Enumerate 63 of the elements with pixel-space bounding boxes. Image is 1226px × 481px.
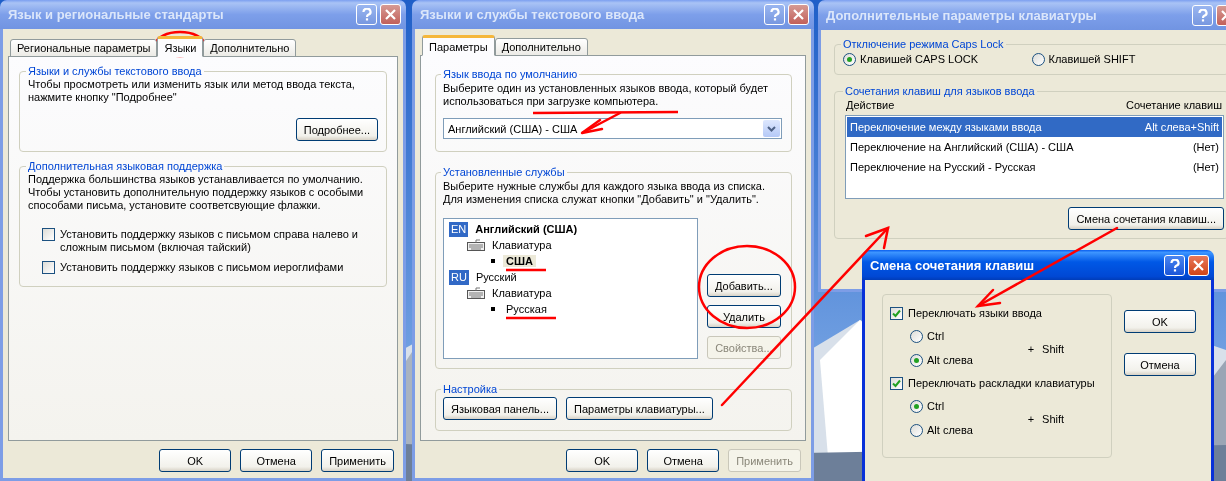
description-text: Поддержка большинства языков устанавливается по умолчанию. Чтобы установить дополнительную поддержку языков с особыми способами письма, установите соответсвующие флажки. bbox=[28, 173, 365, 212]
radio-label[interactable]: Ctrl bbox=[927, 330, 945, 343]
tree-item[interactable]: Русский bbox=[472, 271, 520, 283]
checkbox-label[interactable]: Установить поддержку языков с письмом иероглифами bbox=[60, 261, 344, 274]
description-text: Чтобы просмотреть или изменить язык или метод ввода текста, нажмите кнопку "Подробнее" bbox=[28, 78, 356, 104]
group-title: Дополнительная языковая поддержка bbox=[27, 160, 224, 172]
list-row[interactable]: Переключение на Русский - Русская (Нет) bbox=[847, 157, 1222, 177]
window-title: Язык и региональные стандарты bbox=[8, 7, 225, 22]
tree-item[interactable]: Клавиатура bbox=[489, 239, 555, 251]
radio-label[interactable]: Alt слева bbox=[927, 424, 973, 437]
shortcut-suffix: + Shift bbox=[1027, 342, 1066, 355]
group-title: Установленные службы bbox=[442, 166, 566, 178]
combo-box[interactable]: Английский (США) - США bbox=[443, 118, 782, 139]
tab[interactable]: Дополнительно bbox=[203, 39, 297, 57]
tree-item[interactable]: Клавиатура bbox=[489, 287, 555, 299]
radio-label[interactable]: Alt слева bbox=[927, 354, 973, 367]
checkbox-label[interactable]: Переключать раскладки клавиатуры bbox=[908, 377, 1095, 390]
checkbox-label[interactable]: Переключать языки ввода bbox=[908, 307, 1042, 320]
window-title: Смена сочетания клавиш bbox=[870, 257, 1035, 273]
tree-item[interactable]: Русская bbox=[503, 303, 550, 315]
window-title: Языки и службы текстового ввода bbox=[420, 7, 646, 22]
list-cell: Переключение между языками ввода bbox=[850, 121, 1042, 133]
push-button[interactable]: Языковая панель... bbox=[443, 397, 558, 420]
list-cell: Alt слева+Shift bbox=[1144, 121, 1219, 133]
group-title: Сочетания клавиш для языков ввода bbox=[844, 85, 1036, 97]
list-row[interactable]: Переключение между языками ввода Alt слева+Shift bbox=[847, 117, 1222, 137]
tab[interactable]: Параметры bbox=[422, 35, 495, 56]
language-badge: EN bbox=[449, 221, 469, 237]
push-button[interactable]: OK bbox=[159, 449, 232, 472]
tree-item[interactable]: Английский (США) bbox=[472, 223, 581, 235]
checkbox-label[interactable]: Установить поддержку языков с письмом справа налево и сложным письмом (включая тайский) bbox=[60, 228, 358, 254]
window-title: Дополнительные параметры клавиатуры bbox=[826, 7, 1098, 23]
push-button[interactable]: Применить bbox=[321, 449, 394, 472]
column-header: Сочетание клавиш bbox=[1126, 99, 1222, 111]
description-text: Выберите нужные службы для каждого языка ввода из списка. Для изменения списка служат кнопки "Добавить" и "Удалить". bbox=[443, 180, 766, 206]
group-title: Отключение режима Caps Lock bbox=[842, 38, 1005, 50]
push-button[interactable]: OK bbox=[566, 449, 639, 472]
push-button[interactable]: Смена сочетания клавиш... bbox=[1068, 207, 1224, 230]
group-title: Настройка bbox=[442, 383, 499, 395]
push-button[interactable]: OK bbox=[1124, 310, 1196, 333]
group-title: Язык ввода по умолчанию bbox=[442, 68, 579, 80]
push-button[interactable]: Параметры клавиатуры... bbox=[566, 397, 713, 420]
push-button[interactable]: Добавить... bbox=[707, 274, 781, 297]
push-button[interactable]: Отмена bbox=[240, 449, 313, 472]
description-text: Выберите один из установленных языков ввода, который будет использоваться при загрузке компьютера. bbox=[443, 82, 769, 108]
column-header: Действие bbox=[846, 99, 895, 111]
list-cell: (Нет) bbox=[1192, 141, 1219, 153]
language-badge: RU bbox=[449, 269, 469, 285]
radio-label[interactable]: Клавишей CAPS LOCK bbox=[860, 53, 979, 66]
list-row[interactable]: Переключение на Английский (США) - США (Нет) bbox=[847, 137, 1222, 157]
group-title: Языки и службы текстового ввода bbox=[27, 65, 203, 77]
radio-label[interactable]: Ctrl bbox=[927, 400, 945, 413]
push-button[interactable]: Отмена bbox=[1124, 353, 1196, 376]
tree-item[interactable]: США bbox=[503, 255, 536, 267]
tab[interactable]: Региональные параметры bbox=[10, 39, 158, 57]
list-cell: Переключение на Английский (США) - США bbox=[850, 141, 1074, 153]
shortcut-suffix: + Shift bbox=[1027, 412, 1066, 425]
tab[interactable]: Дополнительно bbox=[494, 38, 588, 56]
list-cell: (Нет) bbox=[1192, 161, 1219, 173]
list-cell: Переключение на Русский - Русская bbox=[850, 161, 1036, 173]
radio-label[interactable]: Клавишей SHIFT bbox=[1048, 53, 1136, 66]
push-button[interactable]: Отмена bbox=[647, 449, 720, 472]
push-button[interactable]: Подробнее... bbox=[295, 118, 378, 141]
